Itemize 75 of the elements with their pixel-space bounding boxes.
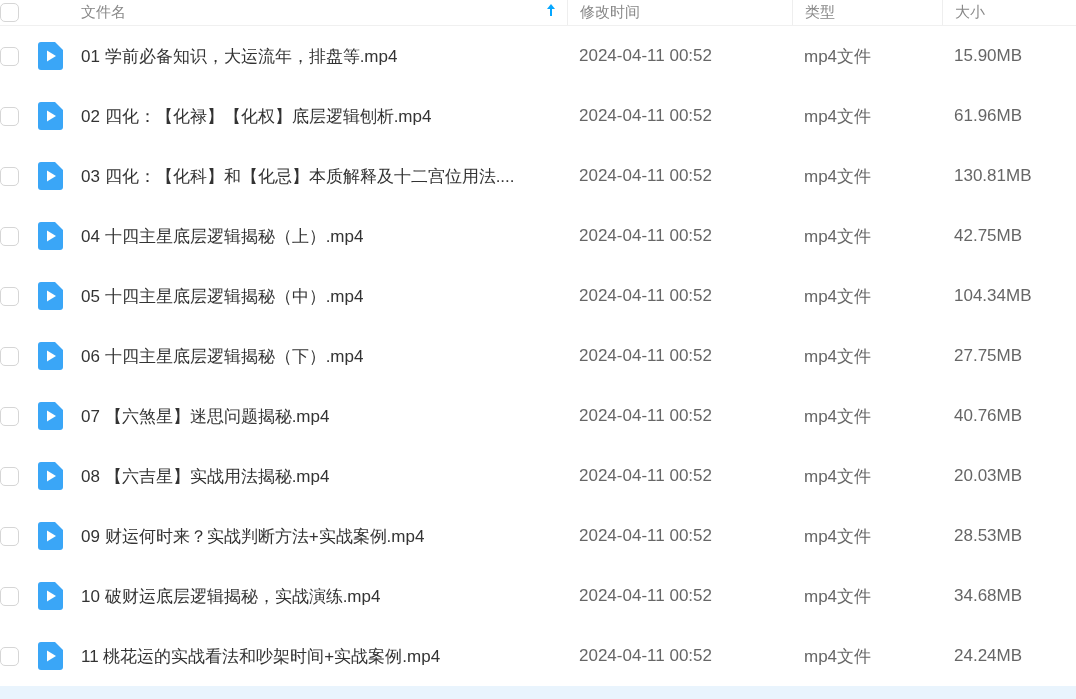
sort-arrow-icon[interactable] [547,4,555,16]
column-header-label[interactable]: 修改时间 [580,3,640,22]
column-header-label[interactable]: 大小 [955,3,985,22]
file-type: mp4文件 [804,405,872,428]
row-checkbox[interactable] [0,526,19,546]
column-header-cell[interactable]: 修改时间 [567,0,792,25]
video-file-icon [38,582,63,610]
row-checkbox[interactable] [0,286,19,306]
column-header[interactable]: 文件名 [81,3,126,22]
row-checkbox[interactable] [0,346,19,366]
file-type: mp4文件 [804,45,872,68]
modified-time: 2024-04-11 00:52 [579,346,712,366]
file-name[interactable]: 07 【六煞星】迷思问题揭秘.mp4 [81,404,330,428]
file-size: 28.53MB [954,526,1023,546]
row-checkbox[interactable] [0,586,19,606]
modified-time: 2024-04-11 00:52 [579,646,712,666]
modified-time: 2024-04-11 00:52 [579,226,712,246]
video-file-icon [38,402,63,430]
modified-time: 2024-04-11 00:52 [579,586,712,606]
file-size: 20.03MB [954,466,1023,486]
file-name[interactable]: 05 十四主星底层逻辑揭秘（中）.mp4 [81,284,364,308]
row-checkbox[interactable] [0,106,19,126]
file-type: mp4文件 [804,165,872,188]
file-size: 40.76MB [954,406,1023,426]
file-size: 130.81MB [954,166,1032,186]
video-file-icon [38,642,63,670]
file-name[interactable]: 08 【六吉星】实战用法揭秘.mp4 [81,464,330,488]
modified-time: 2024-04-11 00:52 [579,106,712,126]
file-size: 104.34MB [954,286,1032,306]
modified-time: 2024-04-11 00:52 [579,526,712,546]
file-name[interactable]: 04 十四主星底层逻辑揭秘（上）.mp4 [81,224,364,248]
video-file-icon [38,282,63,310]
video-file-icon [38,102,63,130]
modified-time: 2024-04-11 00:52 [579,46,712,66]
column-header-label[interactable]: 类型 [805,3,835,22]
file-type: mp4文件 [804,345,872,368]
file-name[interactable]: 06 十四主星底层逻辑揭秘（下）.mp4 [81,344,364,368]
video-file-icon [38,522,63,550]
file-type: mp4文件 [804,645,872,668]
modified-time: 2024-04-11 00:52 [579,406,712,426]
video-file-icon [38,462,63,490]
file-size: 15.90MB [954,46,1023,66]
file-name[interactable]: 09 财运何时来？实战判断方法+实战案例.mp4 [81,524,425,548]
row-checkbox[interactable] [0,46,19,66]
file-size: 42.75MB [954,226,1023,246]
row-checkbox[interactable] [0,166,19,186]
file-name[interactable]: 11 桃花运的实战看法和吵架时间+实战案例.mp4 [81,644,441,668]
file-size: 61.96MB [954,106,1023,126]
file-name[interactable]: 01 学前必备知识，大运流年，排盘等.mp4 [81,44,398,68]
select-all-checkbox[interactable] [0,3,19,22]
video-file-icon [38,162,63,190]
file-type: mp4文件 [804,465,872,488]
row-checkbox[interactable] [0,466,19,486]
file-name[interactable]: 10 破财运底层逻辑揭秘，实战演练.mp4 [81,584,381,608]
file-type: mp4文件 [804,585,872,608]
modified-time: 2024-04-11 00:52 [579,286,712,306]
modified-time: 2024-04-11 00:52 [579,466,712,486]
column-header-cell[interactable]: 类型 [792,0,942,25]
row-checkbox[interactable] [0,406,19,426]
file-name[interactable]: 03 四化：【化科】和【化忌】本质解释及十二宫位用法.... [81,164,515,188]
file-type: mp4文件 [804,285,872,308]
video-file-icon [38,42,63,70]
file-size: 24.24MB [954,646,1023,666]
video-file-icon [38,222,63,250]
modified-time: 2024-04-11 00:52 [579,166,712,186]
file-type: mp4文件 [804,105,872,128]
file-size: 34.68MB [954,586,1023,606]
column-header-cell[interactable]: 大小 [942,0,1076,25]
file-type: mp4文件 [804,525,872,548]
row-checkbox[interactable] [0,226,19,246]
video-file-icon [38,342,63,370]
file-size: 27.75MB [954,346,1023,366]
file-name[interactable]: 02 四化：【化禄】【化权】底层逻辑刨析.mp4 [81,104,432,128]
row-checkbox[interactable] [0,646,19,666]
file-type: mp4文件 [804,225,872,248]
